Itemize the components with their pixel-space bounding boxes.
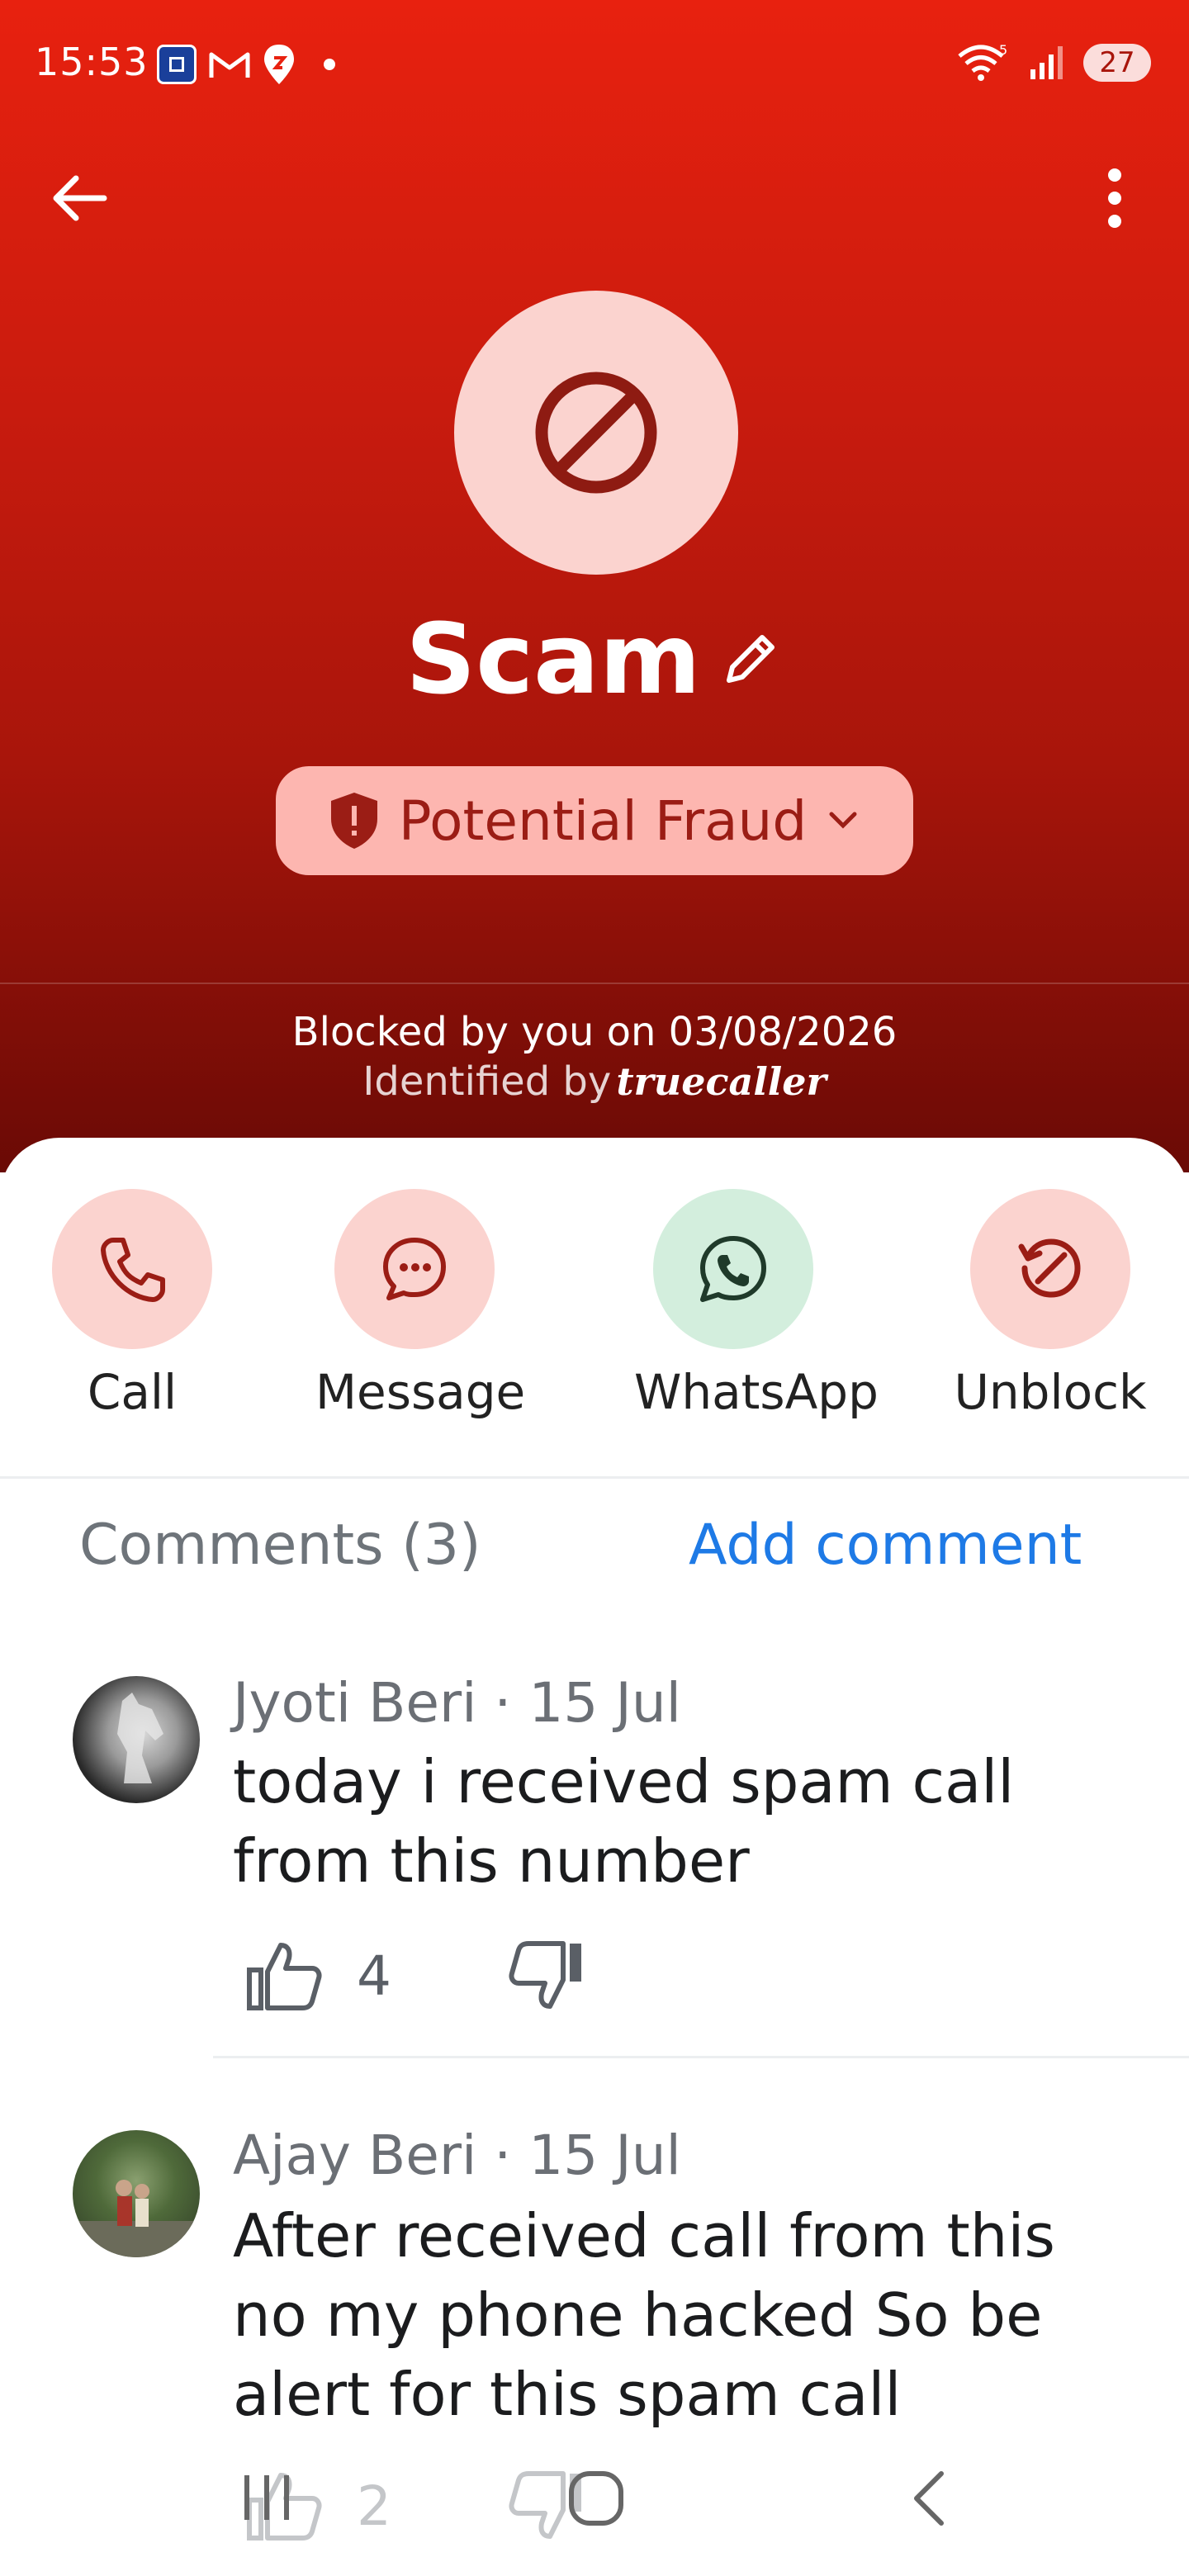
contact-name-row: Scam: [0, 601, 1189, 717]
edit-pencil-icon[interactable]: [718, 626, 784, 692]
spam-category-dropdown[interactable]: Potential Fraud: [276, 766, 913, 875]
spam-category-label: Potential Fraud: [398, 788, 808, 853]
notification-icons: [157, 43, 335, 86]
battery-indicator: 27: [1083, 44, 1151, 82]
chevron-down-icon: [829, 812, 857, 829]
message-icon: [383, 1238, 446, 1300]
blocked-avatar: [454, 291, 738, 575]
unblock-action-circle[interactable]: [970, 1189, 1130, 1349]
comment-author-meta: Ajay Beri · 15 Jul: [233, 2124, 681, 2187]
system-status-icons: 5 27: [956, 43, 1151, 83]
recent-apps-icon[interactable]: [238, 2469, 296, 2526]
contact-name: Scam: [405, 602, 701, 716]
whatsapp-action-circle[interactable]: [653, 1189, 813, 1349]
whatsapp-icon: [700, 1236, 766, 1302]
call-action[interactable]: Call: [33, 1189, 231, 1420]
comment-avatar[interactable]: [73, 2130, 200, 2257]
thumbs-up-icon[interactable]: [244, 1939, 324, 2013]
message-label: Message: [315, 1364, 526, 1420]
horse-portrait-icon: [117, 1693, 163, 1783]
comments-header: Comments (3): [79, 1513, 481, 1578]
call-action-circle[interactable]: [52, 1189, 212, 1349]
unblock-label: Unblock: [954, 1364, 1147, 1420]
unblock-action[interactable]: Unblock: [951, 1189, 1149, 1420]
gmail-icon: [209, 52, 250, 78]
message-action-circle[interactable]: [334, 1189, 495, 1349]
like-count: 4: [357, 1944, 391, 2008]
comment-text: today i received spam call from this num…: [233, 1747, 1015, 1896]
whatsapp-action[interactable]: WhatsApp: [634, 1189, 879, 1420]
identified-by-label: Identified by: [362, 1058, 612, 1105]
system-navigation-bar: [0, 2427, 1189, 2576]
phone-icon: [101, 1238, 165, 1302]
thumbs-down-icon[interactable]: [507, 1939, 586, 2013]
wifi-band-label: 5: [999, 43, 1007, 58]
more-notifications-dot: [324, 59, 335, 70]
back-nav-icon[interactable]: [905, 2469, 955, 2528]
status-bar: 15:53 5 27: [0, 0, 1189, 132]
home-icon[interactable]: [566, 2469, 626, 2528]
wifi-icon: 5: [958, 43, 1007, 81]
comment-divider: [213, 2056, 1189, 2058]
comment-avatar[interactable]: [73, 1676, 200, 1803]
whatsapp-label: WhatsApp: [634, 1364, 879, 1420]
truecaller-logo: truecaller: [616, 1059, 827, 1104]
add-comment-link[interactable]: Add comment: [689, 1513, 1082, 1578]
comment-author-meta: Jyoti Beri · 15 Jul: [233, 1671, 681, 1735]
contact-header-background: [0, 0, 1189, 1172]
person-photo-icon: [73, 2180, 200, 2257]
status-time: 15:53: [35, 40, 149, 84]
swiggy-icon: [264, 45, 294, 84]
signal-icon: [1030, 46, 1063, 79]
identified-by: Identified by truecaller: [0, 1058, 1189, 1105]
unblock-icon: [1018, 1238, 1081, 1298]
bank-app-icon: [157, 45, 197, 84]
header-divider: [0, 983, 1189, 984]
call-label: Call: [87, 1364, 178, 1420]
message-action[interactable]: Message: [315, 1189, 526, 1420]
block-icon: [535, 372, 657, 494]
more-options-icon[interactable]: [1090, 165, 1139, 231]
back-arrow-icon[interactable]: [46, 165, 112, 231]
blocked-info: Blocked by you on 03/08/2026: [291, 1009, 898, 1055]
shield-alert-icon: [330, 793, 377, 849]
comment-text: After received call from this no my phon…: [233, 2201, 1055, 2429]
comment-votes: 4: [244, 1939, 586, 2013]
section-divider: [0, 1476, 1189, 1479]
